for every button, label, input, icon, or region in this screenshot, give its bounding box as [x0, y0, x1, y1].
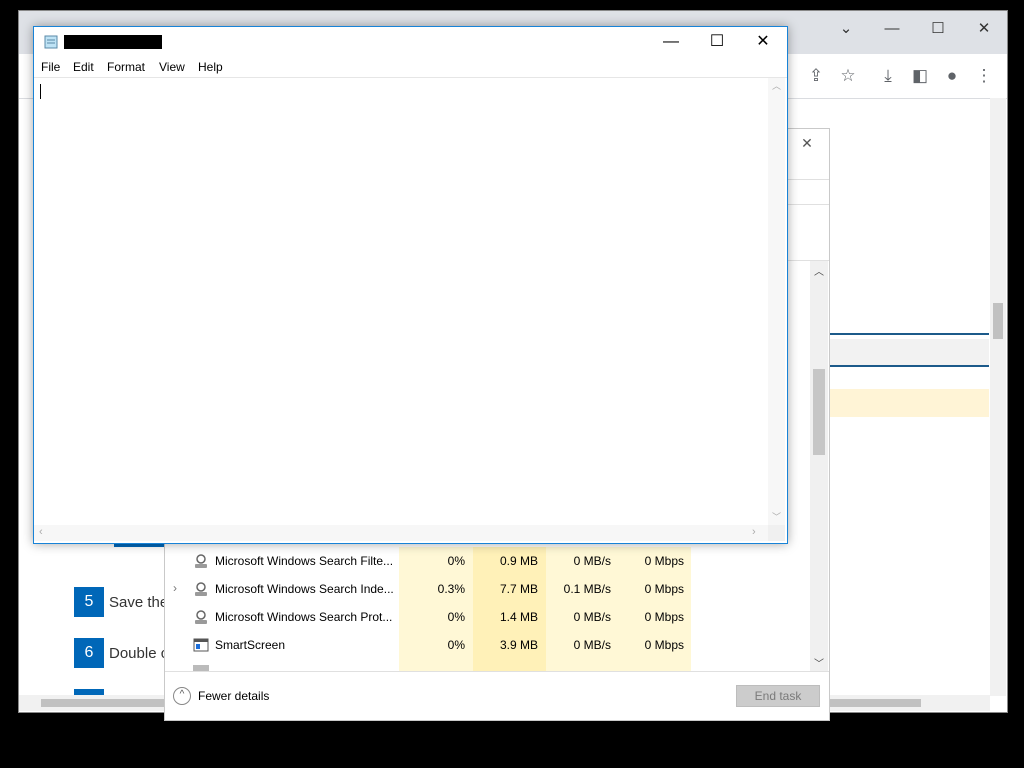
footer-divider [165, 671, 829, 672]
download-icon[interactable]: ⤓ [874, 62, 902, 90]
process-memory: 3.9 MB [499, 638, 538, 652]
process-disk: 0 MB/s [573, 638, 611, 652]
notepad-window: — ☐ ✕ File Edit Format View Help ︿ ﹀ ‹ › [33, 26, 788, 544]
notepad-horizontal-scrollbar[interactable]: ‹ › [34, 525, 768, 541]
process-cpu: 0% [447, 638, 465, 652]
table-row[interactable]: Microsoft Windows Search Prot... 0% 1.4 … [165, 603, 810, 631]
resize-grip[interactable] [768, 525, 785, 541]
step-number-6: 6 [74, 638, 104, 668]
profile-icon[interactable]: ● [938, 62, 966, 90]
notepad-minimize-button[interactable]: — [648, 27, 694, 57]
process-disk: 0 MB/s [573, 610, 611, 624]
step-text-5: Save the [109, 594, 169, 611]
text-cursor [40, 84, 41, 99]
share-icon[interactable]: ⇪ [802, 62, 830, 90]
notepad-vertical-scrollbar[interactable]: ︿ ﹀ [768, 78, 785, 525]
process-cpu: 0% [447, 610, 465, 624]
chevron-up-icon[interactable]: ^ [173, 687, 191, 705]
notepad-icon [44, 35, 58, 49]
browser-maximize-button[interactable]: ☐ [919, 17, 957, 41]
process-cpu: 0.3% [437, 582, 465, 596]
process-list-scrollbar[interactable]: ︿ ﹀ [810, 261, 828, 671]
scroll-up-icon[interactable]: ︿ [772, 79, 781, 92]
star-icon[interactable]: ☆ [834, 62, 862, 90]
process-network: 0 Mbps [644, 638, 684, 652]
step-number-5: 5 [74, 587, 104, 617]
chevron-down-icon: ⌄ [839, 20, 853, 37]
scroll-down-icon[interactable]: ﹀ [772, 510, 781, 523]
process-list: Microsoft Windows Search Filte... 0% 0.9… [165, 547, 810, 671]
sidebar-icon[interactable]: ◧ [906, 62, 934, 90]
menu-file[interactable]: File [41, 60, 60, 74]
close-icon: ✕ [977, 20, 991, 37]
more-icon[interactable]: ⋮ [970, 62, 998, 90]
process-memory: 7.7 MB [499, 582, 538, 596]
process-icon [193, 609, 209, 625]
fewer-details-link[interactable]: Fewer details [198, 689, 269, 703]
notepad-close-button[interactable]: ✕ [740, 27, 786, 57]
process-scroll-thumb[interactable] [813, 369, 825, 455]
process-network: 0 Mbps [644, 554, 684, 568]
content-header-band [829, 339, 989, 365]
chevron-right-icon[interactable]: › [173, 581, 177, 595]
table-row-partial[interactable] [165, 659, 810, 671]
scroll-down-icon[interactable]: ﹀ [814, 655, 824, 670]
maximize-icon: ☐ [709, 33, 725, 50]
process-name: Microsoft Windows Search Inde... [215, 582, 394, 596]
scroll-up-icon[interactable]: ︿ [814, 263, 824, 278]
browser-close-button[interactable]: ✕ [965, 17, 1003, 41]
redacted-title [64, 35, 162, 49]
scroll-right-icon[interactable]: › [752, 526, 756, 538]
process-cpu: 0% [447, 554, 465, 568]
notepad-text-area[interactable] [34, 78, 768, 525]
end-task-button[interactable]: End task [736, 685, 820, 707]
step-text-6: Double c [109, 645, 169, 662]
process-name: SmartScreen [215, 638, 286, 652]
scroll-left-icon[interactable]: ‹ [39, 526, 43, 538]
process-icon [193, 581, 209, 597]
process-memory: 1.4 MB [499, 610, 538, 624]
content-highlight-row [829, 389, 989, 417]
menu-help[interactable]: Help [198, 60, 223, 74]
table-row[interactable]: › Microsoft Windows Search Inde... 0.3% … [165, 575, 810, 603]
table-row[interactable]: Microsoft Windows Search Filte... 0% 0.9… [165, 547, 810, 575]
process-network: 0 Mbps [644, 610, 684, 624]
content-divider [829, 333, 989, 335]
menu-format[interactable]: Format [107, 60, 145, 74]
process-icon [193, 553, 209, 569]
notepad-maximize-button[interactable]: ☐ [694, 27, 740, 57]
browser-minimize-button[interactable]: — [873, 17, 911, 41]
process-network: 0 Mbps [644, 582, 684, 596]
maximize-icon: ☐ [931, 20, 945, 37]
close-icon: ✕ [756, 33, 770, 50]
tab-search-button[interactable]: ⌄ [827, 17, 865, 41]
menu-view[interactable]: View [159, 60, 185, 74]
process-disk: 0 MB/s [573, 554, 611, 568]
minimize-icon: — [884, 20, 900, 37]
task-manager-close-button[interactable]: ✕ [797, 135, 817, 155]
window-app-icon [193, 637, 209, 653]
minimize-icon: — [663, 33, 679, 50]
close-icon: ✕ [801, 135, 813, 151]
process-name: Microsoft Windows Search Prot... [215, 610, 393, 624]
table-row[interactable]: SmartScreen 0% 3.9 MB 0 MB/s 0 Mbps [165, 631, 810, 659]
menu-edit[interactable]: Edit [73, 60, 94, 74]
process-name: Microsoft Windows Search Filte... [215, 554, 394, 568]
process-memory: 0.9 MB [499, 554, 538, 568]
browser-vertical-scrollbar[interactable] [990, 98, 1006, 696]
content-divider [829, 365, 989, 367]
process-disk: 0.1 MB/s [563, 582, 611, 596]
browser-scroll-thumb[interactable] [993, 303, 1003, 339]
